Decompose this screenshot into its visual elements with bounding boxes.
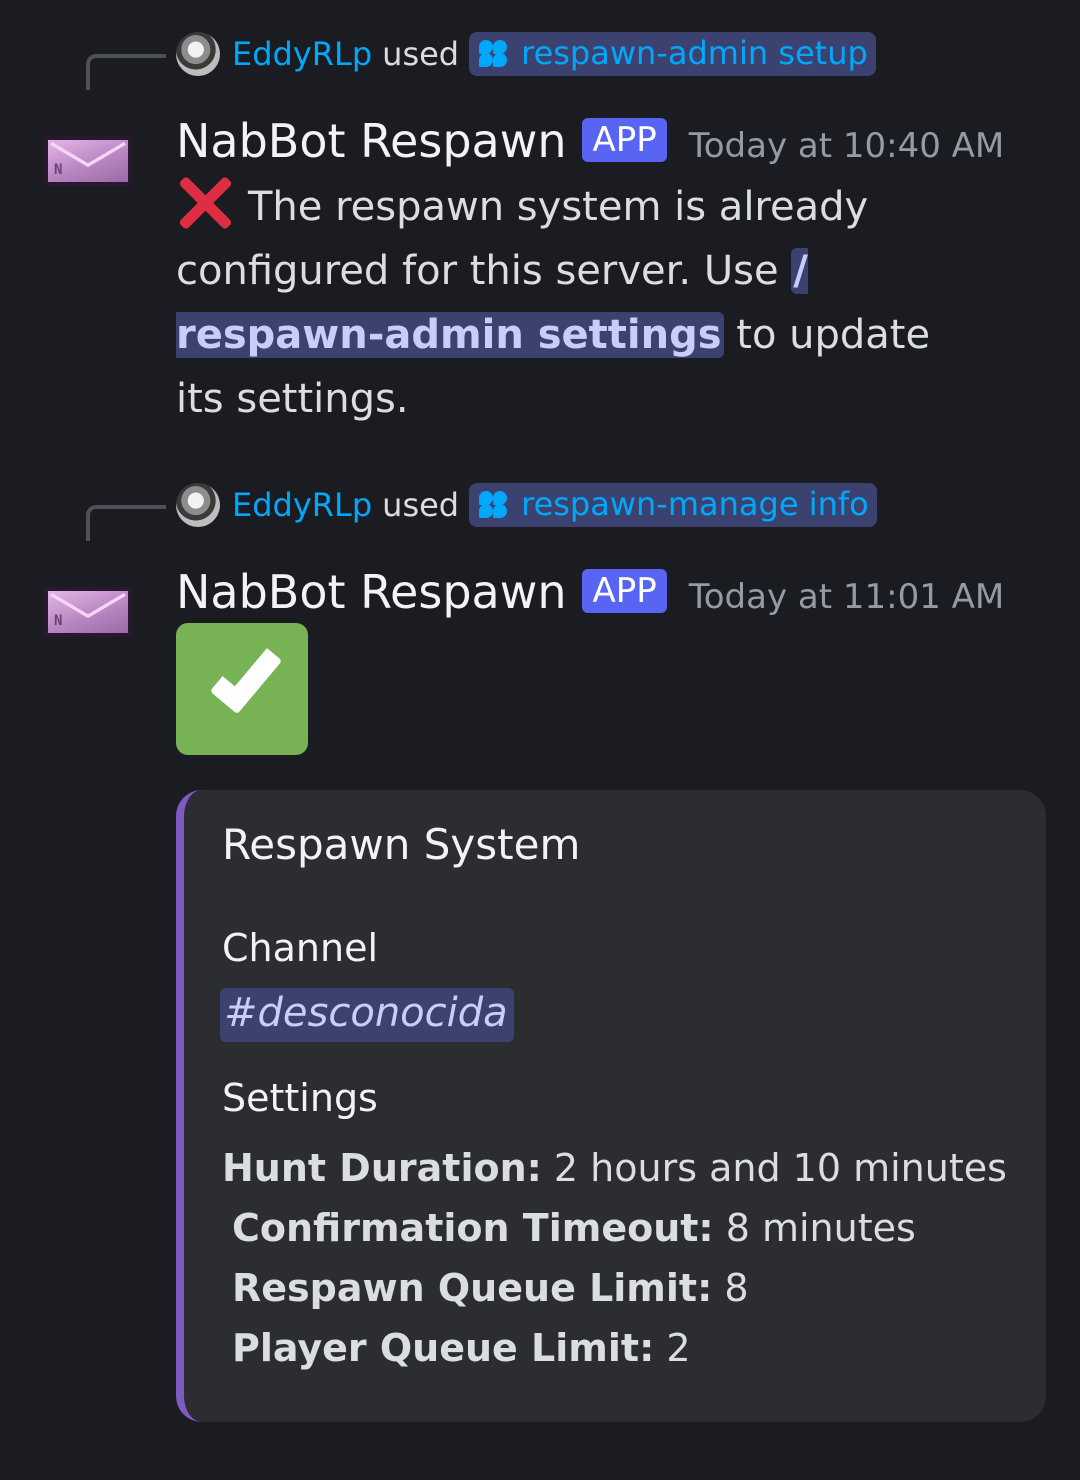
message-timestamp[interactable]: Today at 10:40 AM bbox=[689, 126, 1005, 166]
setting-hunt-duration: Hunt Duration: 2 hours and 10 minutes bbox=[222, 1146, 1007, 1190]
setting-respawn-queue-limit: Respawn Queue Limit: 8 bbox=[232, 1266, 749, 1310]
command-reference[interactable]: EddyRLp used respawn-manage info bbox=[176, 483, 877, 527]
command-name: respawn-manage info bbox=[521, 485, 869, 523]
command-pill[interactable]: respawn-manage info bbox=[469, 483, 877, 527]
reference-username[interactable]: EddyRLp bbox=[232, 35, 372, 73]
message-content: The respawn system is already configured… bbox=[176, 172, 956, 431]
embed-card: Respawn System Channel #desconocida Sett… bbox=[176, 790, 1046, 1422]
check-mark-button-icon bbox=[176, 623, 308, 755]
app-command-icon bbox=[477, 38, 511, 68]
author-name[interactable]: NabBot Respawn bbox=[176, 114, 566, 168]
field-channel-label: Channel bbox=[222, 926, 379, 970]
message-text-before: The respawn system is already configured… bbox=[176, 184, 869, 294]
cross-mark-icon bbox=[176, 172, 234, 230]
command-reference[interactable]: EddyRLp used respawn-admin setup bbox=[176, 32, 876, 76]
reply-connector bbox=[86, 54, 166, 90]
field-settings-label: Settings bbox=[222, 1076, 378, 1120]
message-header: NabBot Respawn APP Today at 11:01 AM bbox=[176, 565, 1004, 619]
app-command-icon bbox=[477, 489, 511, 519]
setting-confirmation-timeout: Confirmation Timeout: 8 minutes bbox=[232, 1206, 916, 1250]
reference-used-label: used bbox=[382, 35, 460, 73]
setting-player-queue-limit: Player Queue Limit: 2 bbox=[232, 1326, 691, 1370]
reply-connector bbox=[86, 505, 166, 541]
bot-avatar[interactable]: N bbox=[44, 587, 132, 637]
app-tag: APP bbox=[582, 118, 667, 162]
author-name[interactable]: NabBot Respawn bbox=[176, 565, 566, 619]
command-pill[interactable]: respawn-admin setup bbox=[469, 32, 876, 76]
bot-avatar[interactable]: N bbox=[44, 136, 132, 186]
user-avatar[interactable] bbox=[176, 32, 220, 76]
message-header: NabBot Respawn APP Today at 10:40 AM bbox=[176, 114, 1004, 168]
message-timestamp[interactable]: Today at 11:01 AM bbox=[689, 577, 1005, 617]
user-avatar[interactable] bbox=[176, 483, 220, 527]
app-tag: APP bbox=[582, 569, 667, 613]
reference-used-label: used bbox=[382, 486, 460, 524]
command-name: respawn-admin setup bbox=[521, 34, 868, 72]
channel-mention[interactable]: #desconocida bbox=[220, 988, 514, 1042]
embed-title: Respawn System bbox=[222, 820, 581, 869]
reference-username[interactable]: EddyRLp bbox=[232, 486, 372, 524]
